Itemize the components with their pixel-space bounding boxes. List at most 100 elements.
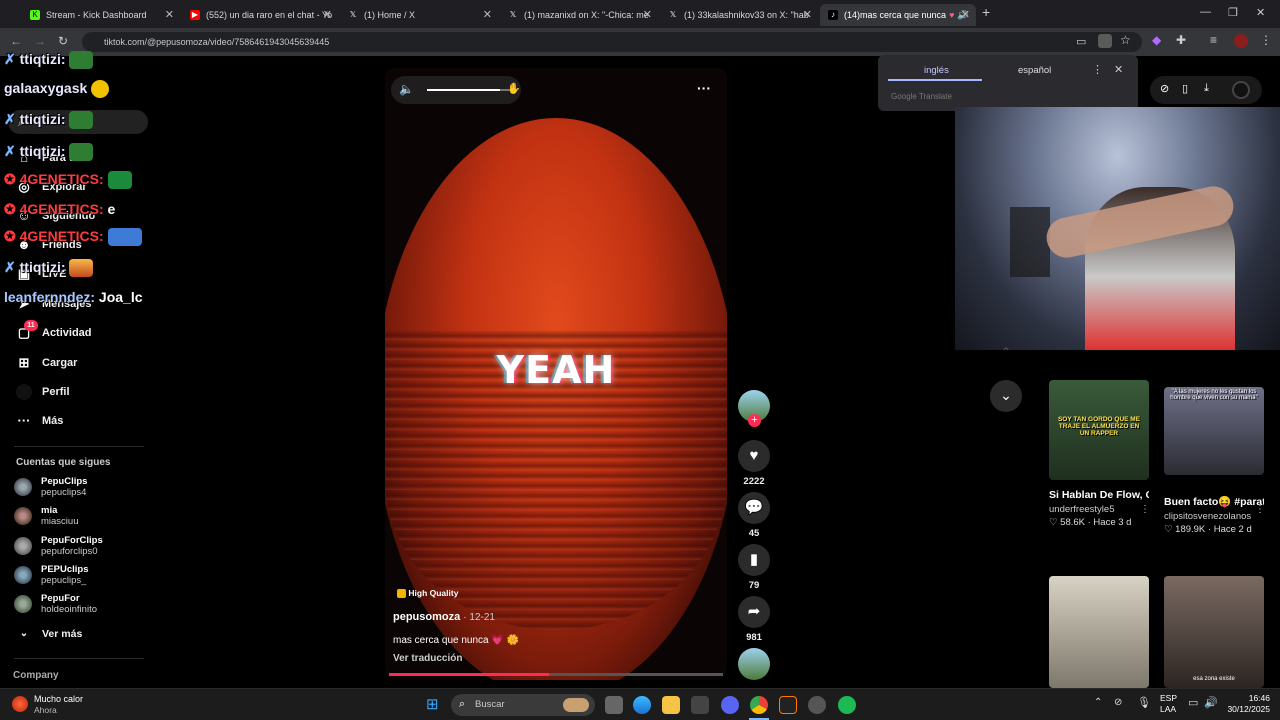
recommended-video[interactable] [1049,576,1149,688]
followed-account[interactable]: PEPUclips pepuclips_ [14,564,89,586]
lang-tab-espanol[interactable]: español [1018,65,1051,76]
windows-start-icon[interactable]: ⊞ [426,697,439,712]
download-icon[interactable]: ⤓ [1204,82,1209,95]
language-indicator[interactable]: ESP [1160,693,1177,703]
clock-time[interactable]: 16:46 [1222,693,1270,703]
video-progress-bar[interactable] [389,673,723,676]
microphone-icon[interactable]: 🎙 [1137,696,1151,709]
translate-link[interactable]: Ver traducción [393,653,462,664]
chat-text: e [107,201,116,217]
chevron-up-icon[interactable]: ⌃ [1094,697,1102,708]
back-icon[interactable]: ← [10,34,22,48]
more-options-icon[interactable]: ⋮ [1255,504,1265,515]
tab-x-kalashnikov[interactable]: 𝕏 (1) 33kalashnikov33 on X: "hab ✕ [660,4,818,26]
close-icon[interactable]: ✕ [323,8,332,21]
reading-list-icon[interactable]: ≡ [1210,33,1217,47]
menu-icon[interactable]: ⋮ [1260,33,1272,47]
recommended-video[interactable]: "A las mujeres no les gustan los hombre … [1164,387,1264,535]
follow-plus-icon[interactable]: + [748,414,761,427]
video-author[interactable]: pepusomoza [393,611,460,623]
reload-icon[interactable]: ↻ [58,34,68,48]
more-options-icon[interactable]: ⋮ [1092,63,1103,76]
steam-icon[interactable] [808,696,826,714]
bookmark-star-icon[interactable]: ☆ [1120,33,1131,47]
save-button[interactable]: ▮ 79 [738,544,770,591]
window-close-button[interactable]: ✕ [1256,6,1265,19]
volume-slider[interactable] [427,89,513,91]
new-tab-button[interactable]: + [982,4,990,20]
see-more-button[interactable]: ⌄ Ver más [16,623,83,645]
obs-icon[interactable] [779,696,797,714]
recommended-video[interactable]: esa zona existe [1164,576,1264,688]
like-button[interactable]: ♥ 2222 [738,440,770,487]
weather-icon[interactable] [12,696,28,712]
translate-icon[interactable] [1098,34,1112,48]
sidebar-item-label: Perfil [42,386,70,398]
task-view-icon[interactable] [605,696,623,714]
volume-icon[interactable]: 🔊 [1204,696,1218,709]
sound-disc[interactable] [738,648,770,680]
like-count: 2222 [743,476,765,487]
avatar[interactable] [1232,81,1250,99]
store-icon[interactable] [691,696,709,714]
discord-icon[interactable] [721,696,739,714]
minimize-button[interactable]: — [1200,6,1211,18]
active-tab-indicator [888,79,982,81]
edge-icon[interactable] [633,696,651,714]
bookmark-icon: ▮ [738,544,770,576]
company-link[interactable]: Company [13,670,59,681]
close-icon[interactable]: ✕ [961,8,970,21]
followed-account[interactable]: mia miasciuu [14,505,79,527]
chat-message: ✪ 4GENETICS: [4,171,132,190]
tab-tiktok[interactable]: ♪ (14)mas cerca que nunca ♥ 🔊 ✕ [820,4,976,26]
maximize-button[interactable]: ❐ [1228,6,1238,19]
taskbar-search[interactable]: ⌕ Buscar [451,694,595,716]
more-options-icon[interactable]: ⋮ [1140,504,1150,515]
forward-icon[interactable]: → [34,34,46,48]
extension-icon[interactable]: ◆ [1152,33,1161,47]
chevron-down-icon: ⌄ [19,628,29,639]
followed-account[interactable]: PepuForClips pepuforclips0 [14,535,103,557]
sidebar-item-perfil[interactable]: Perfil [16,381,70,403]
sidebar-item-mas[interactable]: ··· Más [16,410,64,432]
author-avatar[interactable]: + [738,390,770,427]
close-icon[interactable]: ✕ [483,8,492,21]
puzzle-icon[interactable]: ✚ [1176,33,1186,47]
video-player[interactable]: YEAH 🔈 ✋ ··· High Quality pepusomoza · 1… [385,68,727,680]
file-explorer-icon[interactable] [662,696,680,714]
tab-x-home[interactable]: 𝕏 (1) Home / X ✕ [340,4,498,26]
share-button[interactable]: ➦ 981 [738,596,770,643]
profile-avatar[interactable] [1234,34,1248,48]
chrome-icon[interactable] [750,696,768,714]
speaker-icon[interactable]: 🔈 [399,82,414,96]
tab-x-mazanixd[interactable]: 𝕏 (1) mazanixd on X: "-Chica: me ✕ [500,4,658,26]
followed-account[interactable]: PepuClips pepuclips4 [14,476,87,498]
video-thumbnail: "A las mujeres no les gustan los hombre … [1164,387,1264,475]
weather-title[interactable]: Mucho calor [34,694,83,704]
chat-message: ✗ ttiqtizi: [4,143,94,162]
close-icon[interactable]: ✕ [803,8,812,21]
cast-icon[interactable]: ▭ [1076,35,1086,48]
tab-title: (1) Home / X [364,10,416,20]
next-video-button[interactable]: ⌄ [990,380,1022,412]
close-icon[interactable]: ✕ [165,8,174,21]
chevron-up-icon[interactable]: ⌃ [994,345,1018,361]
close-icon[interactable]: ✕ [1114,63,1123,76]
comment-button[interactable]: 💬 45 [738,492,770,539]
phone-icon[interactable]: ▯ [1182,82,1188,95]
more-options-icon[interactable]: ··· [697,80,711,96]
network-off-icon[interactable]: ⊘ [1114,697,1122,708]
tab-kick[interactable]: K Stream - Kick Dashboard ✕ [22,4,180,26]
recommended-video[interactable]: SOY TAN GORDO QUE ME TRAJE EL ALMUERZO E… [1049,380,1149,528]
compass-icon[interactable]: ⊘ [1160,82,1169,95]
spotify-icon[interactable] [838,696,856,714]
lang-tab-ingles[interactable]: inglés [924,65,949,76]
display-icon[interactable]: ▭ [1188,696,1198,709]
close-icon[interactable]: ✕ [643,8,652,21]
volume-control[interactable]: 🔈 ✋ [391,76,521,104]
sidebar-item-actividad[interactable]: ▢ 11 Actividad [16,320,92,344]
sidebar-item-cargar[interactable]: ⊞ Cargar [16,352,78,374]
address-bar[interactable]: tiktok.com/@pepusomoza/video/75864619430… [82,32,1142,52]
tab-youtube[interactable]: ▶ (552) un dia raro en el chat - Yo ✕ [182,4,338,26]
followed-account[interactable]: PepuFor holdeoinfinito [14,593,97,615]
